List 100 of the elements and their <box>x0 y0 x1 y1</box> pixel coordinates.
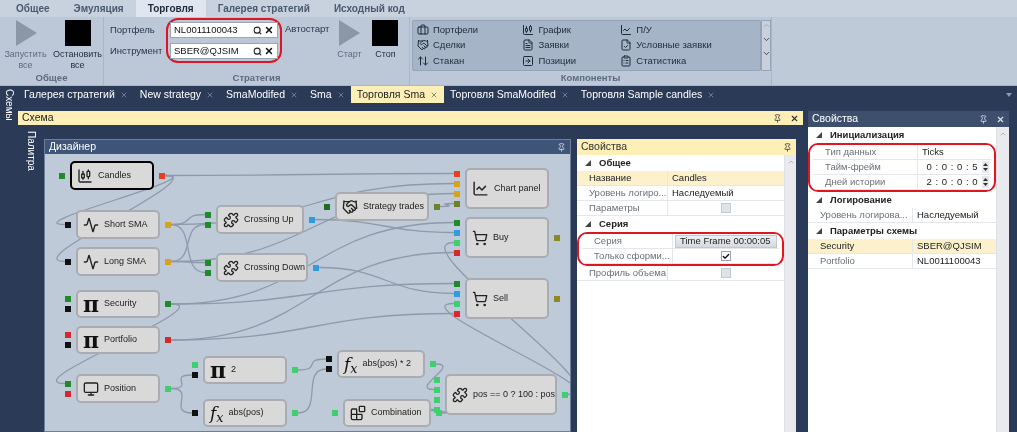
document-tab[interactable]: SmaModifed <box>220 86 305 103</box>
property-value[interactable]: NL0011100043 <box>913 253 985 269</box>
diagram-node[interactable]: f$_{x}$ abs(pos) <box>203 399 287 427</box>
expander-icon[interactable] <box>585 160 591 166</box>
pin-icon[interactable] <box>979 114 988 124</box>
component-item[interactable]: Позиции <box>522 53 621 69</box>
diagram-node[interactable]: π Portfolio <box>76 326 160 354</box>
diagram-node[interactable]: Short SMA <box>76 210 160 239</box>
ribbon-tab[interactable]: Торговля <box>135 0 206 17</box>
ribbon-tab[interactable]: Галерея стратегий <box>205 0 322 17</box>
search-field[interactable]: NL0011100043 <box>170 22 278 38</box>
tab-list-caret-icon[interactable] <box>1006 92 1012 97</box>
document-tab[interactable]: Галерея стратегий <box>18 86 134 103</box>
checkbox[interactable] <box>721 251 731 261</box>
component-item[interactable]: Статистика <box>620 53 756 69</box>
component-item[interactable]: График <box>522 22 621 38</box>
expander-icon[interactable] <box>816 132 822 138</box>
property-row[interactable]: Название Candles <box>577 171 784 186</box>
property-row[interactable]: Тип данных Ticks <box>813 145 991 160</box>
spin-field[interactable]: 2 : 0 : 0 : 0 <box>926 174 978 190</box>
port[interactable] <box>65 258 71 265</box>
clear-icon[interactable] <box>264 25 274 35</box>
clear-icon[interactable] <box>264 46 274 56</box>
curve-icon <box>83 216 99 233</box>
panel-title: Схема <box>22 110 55 126</box>
diagram-node[interactable]: Position <box>76 374 160 403</box>
property-row[interactable]: Уровень логиро... Наследуемый <box>577 186 784 201</box>
property-value[interactable]: Candles <box>668 170 711 186</box>
property-value[interactable]: Наследуемый <box>668 185 738 201</box>
series-dropdown[interactable]: Time Frame 00:00:05 <box>675 234 777 248</box>
property-row[interactable]: Только сформи... <box>582 249 779 264</box>
document-tab[interactable]: Sma <box>304 86 351 103</box>
property-value[interactable]: SBER@QJSIM <box>913 238 986 254</box>
property-label: Дней истории <box>825 175 886 187</box>
stop-button[interactable]: Стоп <box>367 17 404 71</box>
diagram-node[interactable]: Strategy trades <box>335 192 429 221</box>
pin-icon[interactable] <box>773 113 782 123</box>
close-icon[interactable] <box>790 113 799 123</box>
ribbon-tab[interactable]: Эмуляция <box>61 0 136 17</box>
expander-icon[interactable] <box>816 197 822 203</box>
more-icon[interactable] <box>762 49 771 58</box>
pin-icon[interactable] <box>783 142 792 152</box>
spin-buttons-icon[interactable] <box>982 161 989 173</box>
component-item[interactable]: Сделки <box>417 37 523 54</box>
diagram-node[interactable]: Crossing Up <box>216 205 304 234</box>
ribbon-tab[interactable]: Общее <box>4 0 62 17</box>
spin-field[interactable]: 0 : 0 : 0 : 5 <box>926 159 978 175</box>
component-item[interactable]: Заявки <box>522 37 621 54</box>
node-label: abs(pos) <box>228 406 264 420</box>
diagram-node[interactable]: pos == 0 ? 100 : pos <box>445 374 557 415</box>
search-icon[interactable] <box>253 46 262 56</box>
document-tab[interactable]: Торговля SmaModifed <box>444 86 575 103</box>
property-row[interactable]: Security SBER@QJSIM <box>808 239 996 254</box>
expander-icon[interactable] <box>816 228 822 234</box>
scrollbar[interactable] <box>997 127 1009 432</box>
document-tab[interactable]: Торговля Sample candles <box>574 86 722 103</box>
component-item[interactable]: Условные заявки <box>620 37 756 54</box>
diagram-node[interactable]: Combination <box>343 399 431 427</box>
ribbon-tab[interactable]: Исходный код <box>321 0 417 17</box>
expander-icon[interactable] <box>585 221 591 227</box>
close-icon[interactable] <box>996 114 1005 124</box>
diagram-node[interactable]: π Security <box>76 290 160 318</box>
autostart-label[interactable]: Автостарт <box>285 22 330 36</box>
spin-buttons-icon[interactable] <box>982 176 989 188</box>
property-row[interactable]: Тайм-фрейм 0 : 0 : 0 : 5 <box>813 160 991 175</box>
scroll-up-icon[interactable] <box>999 130 1007 138</box>
scrollbar[interactable] <box>785 155 796 432</box>
property-row[interactable]: Уровень логирова... Наследуемый <box>808 208 996 223</box>
palette-tab[interactable]: Палитра <box>25 131 37 171</box>
diagram-node[interactable]: π 2 <box>203 356 287 384</box>
diagram-node[interactable]: Buy <box>465 217 549 258</box>
component-item[interactable]: Стакан <box>417 53 523 69</box>
diagram-node[interactable]: f$_{x}$ abs(pos) * 2 <box>337 350 425 378</box>
property-row[interactable]: Дней истории 2 : 0 : 0 : 0 <box>813 175 991 190</box>
stop-icon <box>372 20 399 46</box>
document-tab[interactable]: Торговля Sma <box>350 86 444 103</box>
property-row[interactable]: Серия Time Frame 00:00:05 <box>582 234 779 249</box>
side-tab[interactable]: Схемы <box>3 89 15 121</box>
diagram-node[interactable]: Crossing Down <box>216 253 308 282</box>
component-icon <box>522 23 535 36</box>
document-tab[interactable]: New strategy <box>133 86 221 103</box>
diagram-node[interactable]: Long SMA <box>76 247 160 276</box>
scroll-down-icon[interactable] <box>762 35 771 44</box>
scroll-up-icon[interactable] <box>786 158 795 166</box>
search-field[interactable]: SBER@QJSIM <box>170 43 278 59</box>
diagram-node[interactable]: Sell <box>465 278 549 319</box>
pin-icon[interactable] <box>557 142 566 152</box>
diagram-node[interactable]: Chart panel <box>465 168 549 209</box>
diagram-node[interactable]: Candles <box>70 161 154 190</box>
scroll-up-icon[interactable] <box>762 21 771 30</box>
field-value: SBER@QJSIM <box>174 43 240 58</box>
property-row[interactable]: Portfolio NL0011100043 <box>808 254 996 269</box>
component-item[interactable]: П/У <box>620 22 756 38</box>
property-value[interactable]: Наследуемый <box>913 207 983 223</box>
port[interactable] <box>65 221 71 228</box>
search-icon[interactable] <box>253 25 262 35</box>
property-label: Профиль объема <box>589 266 667 278</box>
property-value[interactable]: Ticks <box>918 145 948 160</box>
stop-button[interactable]: Остановить все <box>52 17 103 71</box>
component-item[interactable]: Портфели <box>417 22 523 38</box>
